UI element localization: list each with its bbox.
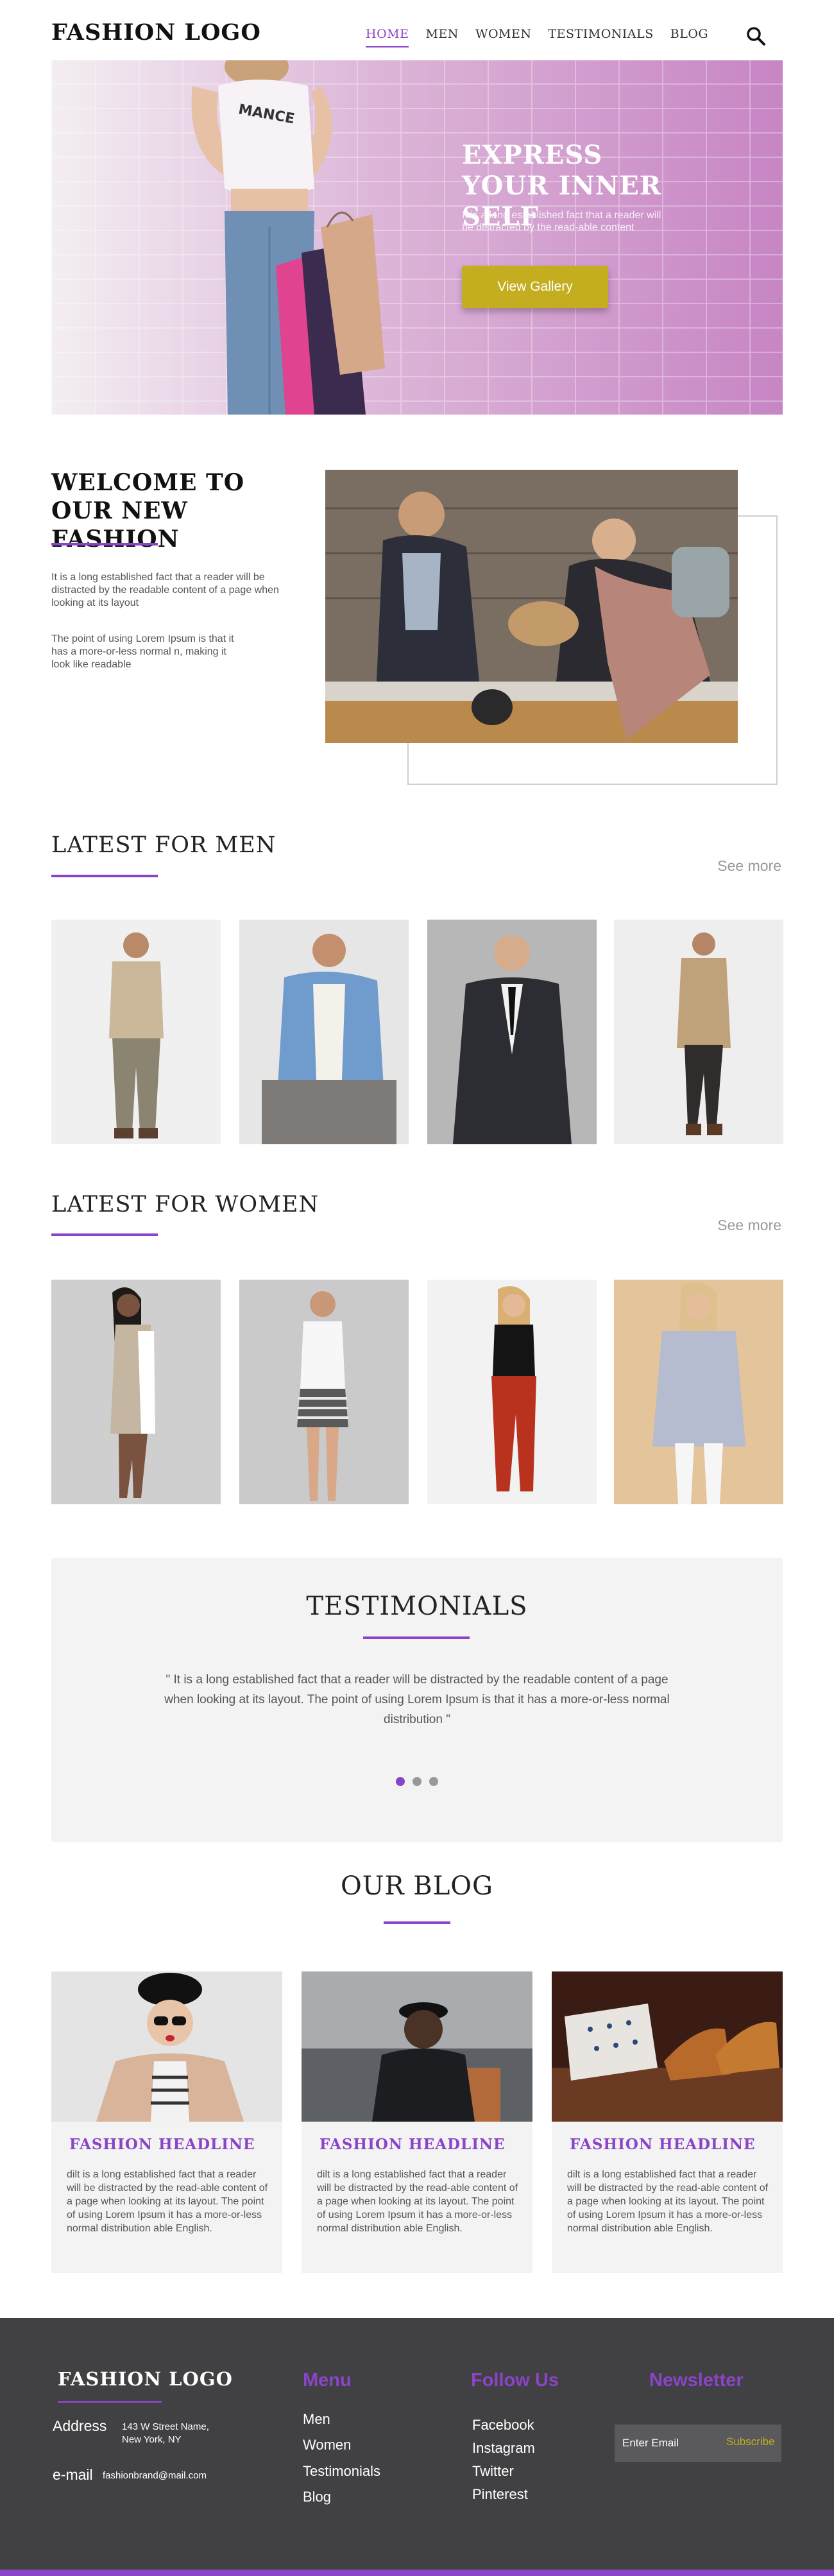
men-product-image-2 [239,920,409,1144]
newsletter-form: Subscribe [615,2425,781,2462]
men-underline [51,875,158,877]
welcome-paragraph-2: The point of using Lorem Ipsum is that i… [51,633,234,670]
women-see-more-link[interactable]: See more [717,1217,781,1234]
women-product-image-3 [427,1280,597,1504]
brick-wall-background [51,60,783,415]
blog-headline-2[interactable]: FASHION HEADLINE [319,2136,506,2153]
welcome-underline [51,543,158,545]
hero-model-image: MANCE [191,60,385,415]
nav-men[interactable]: MEN [425,27,458,47]
carousel-dot-3[interactable] [429,1777,438,1786]
men-product-card-4[interactable] [614,920,783,1144]
footer-menu-blog[interactable]: Blog [303,2489,331,2505]
women-product-image-1 [51,1280,221,1504]
blog-title: OUR BLOG [340,1871,494,1901]
blog-headline-3[interactable]: FASHION HEADLINE [570,2136,756,2153]
testimonials-title: TESTIMONIALS [306,1592,528,1621]
footer-follow-instagram[interactable]: Instagram [472,2440,535,2457]
footer-address-line-1: 143 W Street Name, [122,2421,209,2432]
view-gallery-button[interactable]: View Gallery [462,266,608,308]
footer-address-line-2: New York, NY [122,2434,182,2445]
blog-card-3[interactable]: FASHION HEADLINE dilt is a long establis… [552,1971,783,2273]
carousel-dot-1[interactable] [396,1777,405,1786]
footer-address-label: Address [53,2417,107,2434]
women-product-card-1[interactable] [51,1280,221,1504]
footer-email-label: e-mail [53,2466,93,2483]
footer-menu-men[interactable]: Men [303,2411,330,2428]
women-underline [51,1233,158,1236]
footer-menu-title: Menu [303,2370,352,2391]
blog-image-1 [51,1971,282,2122]
site-logo[interactable]: FASHION LOGO [51,19,261,46]
men-see-more-link[interactable]: See more [717,857,781,875]
men-product-image-1 [51,920,221,1144]
carousel-dot-2[interactable] [413,1777,421,1786]
men-product-image-3 [427,920,597,1144]
footer-follow-facebook[interactable]: Facebook [472,2417,534,2434]
welcome-title: WELCOME TO OUR NEW FASHION [51,469,245,553]
subscribe-button[interactable]: Subscribe [726,2435,775,2448]
nav-women[interactable]: WOMEN [475,27,532,47]
nav-blog[interactable]: BLOG [670,27,708,47]
welcome-paragraph-1: It is a long established fact that a rea… [51,572,279,608]
footer-follow-title: Follow Us [471,2370,559,2391]
blog-card-1[interactable]: FASHION HEADLINE dilt is a long establis… [51,1971,282,2273]
footer-email[interactable]: fashionbrand@mail.com [103,2469,207,2482]
footer-newsletter-title: Newsletter [649,2370,744,2391]
men-product-card-1[interactable] [51,920,221,1144]
women-product-image-4 [614,1280,783,1504]
blog-text-1: dilt is a long established fact that a r… [67,2169,268,2234]
nav-testimonials[interactable]: TESTIMONIALS [549,27,654,47]
footer-follow-twitter[interactable]: Twitter [472,2463,514,2480]
hero-text: It is a long established fact that a rea… [462,210,661,233]
footer-menu-women[interactable]: Women [303,2437,351,2453]
footer-follow-pinterest[interactable]: Pinterest [472,2486,528,2503]
footer-logo-underline [58,2401,162,2403]
men-product-card-3[interactable] [427,920,597,1144]
women-product-card-3[interactable] [427,1280,597,1504]
women-product-image-2 [239,1280,409,1504]
men-section-title: LATEST FOR MEN [51,832,277,858]
blog-image-3 [552,1971,783,2122]
footer-logo[interactable]: FASHION LOGO [58,2368,233,2390]
footer-menu-testimonials[interactable]: Testimonials [303,2463,380,2480]
blog-text-3: dilt is a long established fact that a r… [567,2169,769,2234]
testimonial-quote: " It is a long established fact that a r… [164,1673,670,1726]
women-product-card-2[interactable] [239,1280,409,1504]
testimonials-underline [363,1636,470,1639]
women-product-card-4[interactable] [614,1280,783,1504]
nav-home[interactable]: HOME [366,27,409,47]
blog-image-2 [302,1971,532,2122]
men-product-card-2[interactable] [239,920,409,1144]
welcome-couple-image [325,470,738,743]
blog-card-2[interactable]: FASHION HEADLINE dilt is a long establis… [302,1971,532,2273]
newsletter-email-input[interactable] [622,2435,719,2451]
women-section-title: LATEST FOR WOMEN [51,1192,319,1217]
footer-accent-bar [0,2570,834,2576]
search-icon[interactable] [745,26,766,46]
men-product-image-4 [614,920,783,1144]
blog-text-2: dilt is a long established fact that a r… [317,2169,518,2234]
main-nav: HOME MEN WOMEN TESTIMONIALS BLOG [366,27,708,47]
blog-underline [384,1921,450,1924]
hero-banner: MANCE EXPRESS YOUR INNER SELF It is a lo… [51,60,783,415]
blog-headline-1[interactable]: FASHION HEADLINE [69,2136,255,2153]
